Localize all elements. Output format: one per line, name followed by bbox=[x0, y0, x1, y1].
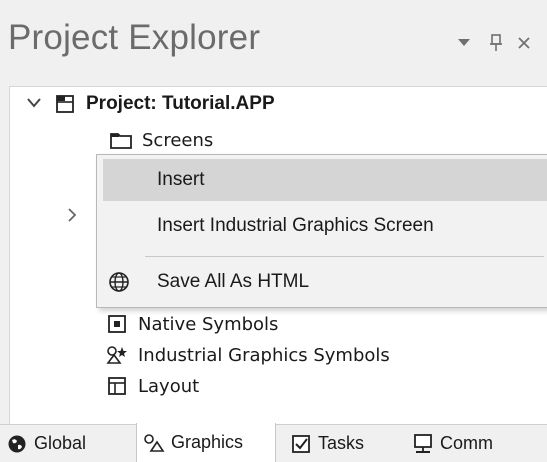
close-icon[interactable] bbox=[512, 30, 536, 56]
tab-comm[interactable]: Comm bbox=[406, 425, 547, 462]
bottom-tab-bar: Global Graphics Tasks Comm bbox=[0, 423, 547, 462]
menu-item-insert-industrial-graphics-screen[interactable]: Insert Industrial Graphics Screen bbox=[103, 205, 547, 247]
industrial-graphics-symbols-icon bbox=[106, 344, 128, 366]
globe-icon bbox=[107, 270, 131, 294]
tab-label: Tasks bbox=[318, 433, 365, 453]
layout-icon bbox=[106, 375, 128, 397]
project-explorer-panel: Project Explorer Project: Tutorial.APP S… bbox=[0, 0, 547, 462]
tree-item-label: Screens bbox=[142, 129, 214, 151]
tree-item-label: Native Symbols bbox=[138, 313, 279, 335]
project-icon bbox=[54, 93, 76, 115]
tree-item-label: Project: Tutorial.APP bbox=[86, 93, 275, 114]
pin-icon[interactable] bbox=[484, 30, 508, 56]
tab-label: Global bbox=[34, 433, 87, 453]
tab-global[interactable]: Global bbox=[0, 425, 128, 462]
context-menu: Insert Insert Industrial Graphics Screen… bbox=[96, 154, 547, 308]
native-symbols-icon bbox=[106, 313, 128, 335]
tab-graphics[interactable]: Graphics bbox=[136, 423, 276, 462]
tab-label: Comm bbox=[440, 433, 493, 453]
graphics-icon bbox=[143, 432, 165, 454]
tree-item-label: Layout bbox=[138, 375, 200, 397]
folder-icon bbox=[110, 129, 132, 151]
tree-item-project-root[interactable]: Project: Tutorial.APP bbox=[54, 89, 275, 119]
menu-item-label: Save All As HTML bbox=[157, 271, 310, 292]
menu-item-save-all-as-html[interactable]: Save All As HTML bbox=[103, 261, 547, 303]
tree-item-industrial-graphics-symbols[interactable]: Industrial Graphics Symbols bbox=[106, 340, 390, 370]
tree-item-layout[interactable]: Layout bbox=[106, 371, 199, 401]
menu-item-label: Insert Industrial Graphics Screen bbox=[157, 215, 434, 236]
tasks-icon bbox=[290, 433, 312, 455]
tab-label: Graphics bbox=[171, 432, 244, 452]
global-icon bbox=[6, 433, 28, 455]
tree-item-label: Industrial Graphics Symbols bbox=[138, 344, 390, 366]
panel-title: Project Explorer bbox=[8, 18, 261, 57]
comm-icon bbox=[412, 433, 434, 455]
tab-tasks[interactable]: Tasks bbox=[284, 425, 396, 462]
chevron-right-icon[interactable] bbox=[62, 205, 82, 225]
menu-item-label: Insert bbox=[157, 169, 205, 190]
tree-item-native-symbols[interactable]: Native Symbols bbox=[106, 309, 278, 339]
menu-item-insert[interactable]: Insert bbox=[103, 159, 547, 201]
tree-item-screens[interactable]: Screens bbox=[110, 125, 213, 155]
chevron-down-icon[interactable] bbox=[24, 93, 44, 113]
panel-title-bar: Project Explorer bbox=[0, 0, 547, 86]
menu-separator bbox=[145, 256, 544, 257]
dropdown-icon[interactable] bbox=[452, 30, 476, 56]
